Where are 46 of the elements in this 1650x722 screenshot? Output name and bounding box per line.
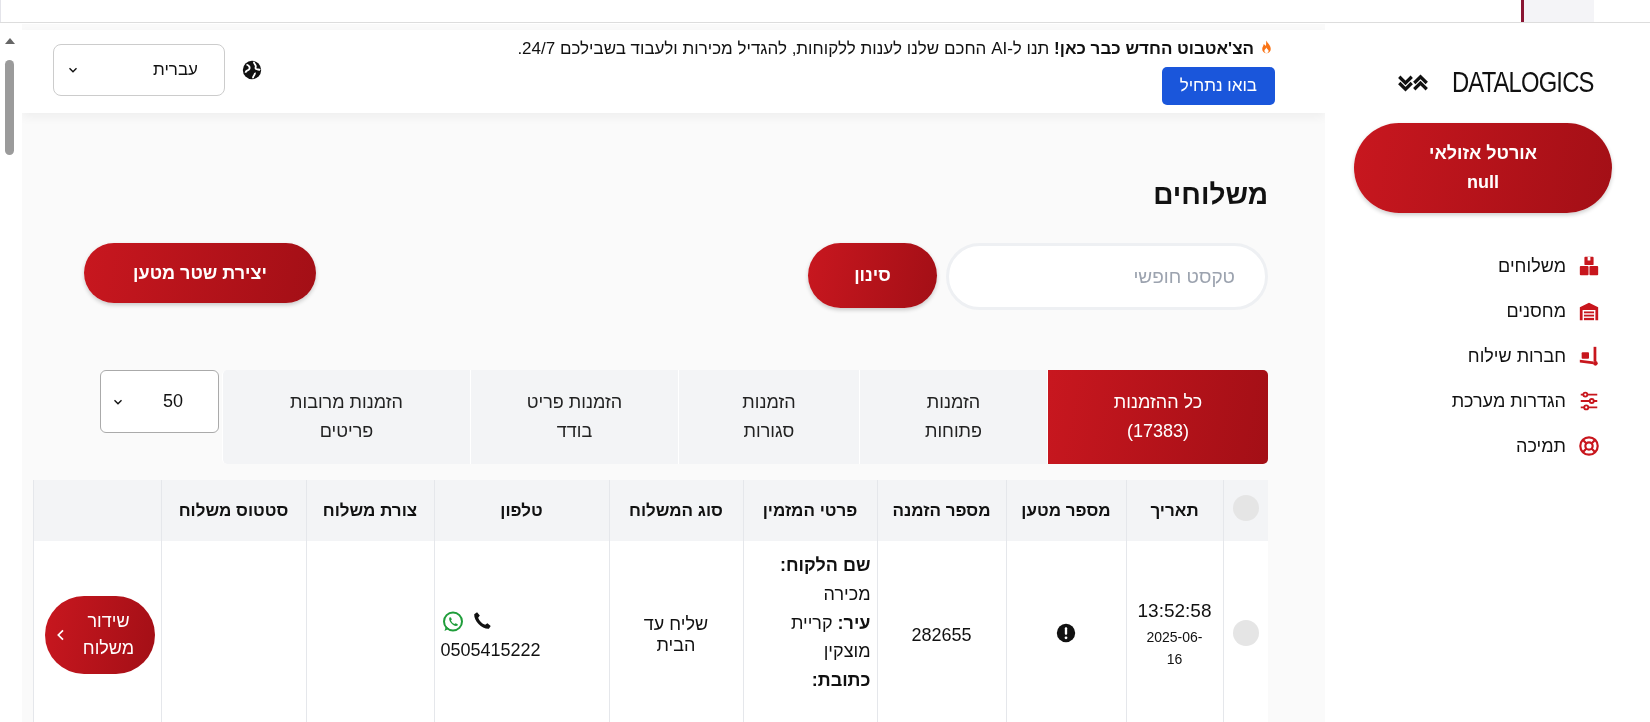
panel-tab[interactable] bbox=[1521, 0, 1594, 22]
tab[interactable]: הזמנות פתוחות bbox=[859, 370, 1047, 464]
column-header: סטטוס משלוח bbox=[161, 480, 306, 541]
order-number: 282655 bbox=[911, 624, 972, 645]
globe-icon bbox=[241, 59, 263, 81]
order-date: 2025-06-16 bbox=[1145, 627, 1204, 669]
sliders-icon bbox=[1578, 390, 1600, 412]
order-time: 13:52:58 bbox=[1136, 599, 1213, 622]
row-checkbox[interactable] bbox=[1232, 619, 1259, 646]
customer-details: שם הלקוח: מכירה עיר: קריית מוצקין כתובת: bbox=[778, 554, 871, 693]
nav-item[interactable]: משלוחים bbox=[1325, 255, 1600, 277]
get-started-button[interactable]: בואו נתחיל bbox=[1161, 67, 1275, 105]
page-size-select[interactable]: 50 bbox=[100, 370, 219, 433]
page-title: משלוחים bbox=[1152, 179, 1268, 211]
nav-item[interactable]: מחסנים bbox=[1325, 300, 1600, 322]
boxes-icon bbox=[1578, 255, 1600, 277]
warehouse-icon bbox=[1578, 300, 1600, 322]
dispatch-button[interactable]: שידור משלוח bbox=[44, 596, 155, 674]
column-header: פרטי המזמין bbox=[743, 480, 877, 541]
create-waybill-button[interactable]: יצירת שטר מטען bbox=[84, 243, 316, 303]
scroll-up-arrow[interactable] bbox=[5, 38, 15, 44]
search-field[interactable]: טקסט חופשי bbox=[946, 243, 1268, 310]
column-header: טלפון bbox=[434, 480, 609, 541]
nav-item[interactable]: הגדרות מערכת bbox=[1325, 390, 1600, 412]
logo-text: DATALOGICS bbox=[1451, 66, 1594, 99]
user-name: אורטל אזולאי bbox=[1429, 143, 1538, 164]
tab[interactable]: הזמנות סגורות bbox=[678, 370, 859, 464]
user-role: null bbox=[1467, 172, 1499, 193]
nav-item[interactable]: תמיכה bbox=[1325, 435, 1600, 457]
hand-truck-icon bbox=[1578, 345, 1600, 367]
scrollbar-thumb[interactable] bbox=[5, 60, 14, 155]
tab[interactable]: הזמנות מרובות פריטים bbox=[222, 370, 470, 464]
phone-number: 0505415222 bbox=[440, 639, 541, 661]
whatsapp-icon bbox=[440, 609, 465, 634]
column-header: תאריך bbox=[1126, 480, 1223, 541]
column-header: מספר הזמנה bbox=[877, 480, 1006, 541]
tab[interactable]: הזמנות פריט בודד bbox=[470, 370, 678, 464]
lifebuoy-icon bbox=[1578, 435, 1600, 457]
language-select[interactable]: עברית bbox=[53, 44, 225, 96]
column-header: מספר מטען bbox=[1006, 480, 1126, 541]
announcement-text: הצ'אטבוט החדש כבר כאן! תנו ל-AI החכם שלנו לענות ללקוחות, להגדיל מכירות ולעבוד בשבילכם 24/7. bbox=[517, 39, 1275, 59]
delivery-type: שליח עד הבית bbox=[642, 614, 710, 656]
nav-item[interactable]: חברות שילוח bbox=[1325, 345, 1600, 367]
column-header: צורת משלוח bbox=[306, 480, 434, 541]
filter-button[interactable]: סינון bbox=[808, 243, 937, 308]
column-header: סוג המשלוח bbox=[609, 480, 743, 541]
